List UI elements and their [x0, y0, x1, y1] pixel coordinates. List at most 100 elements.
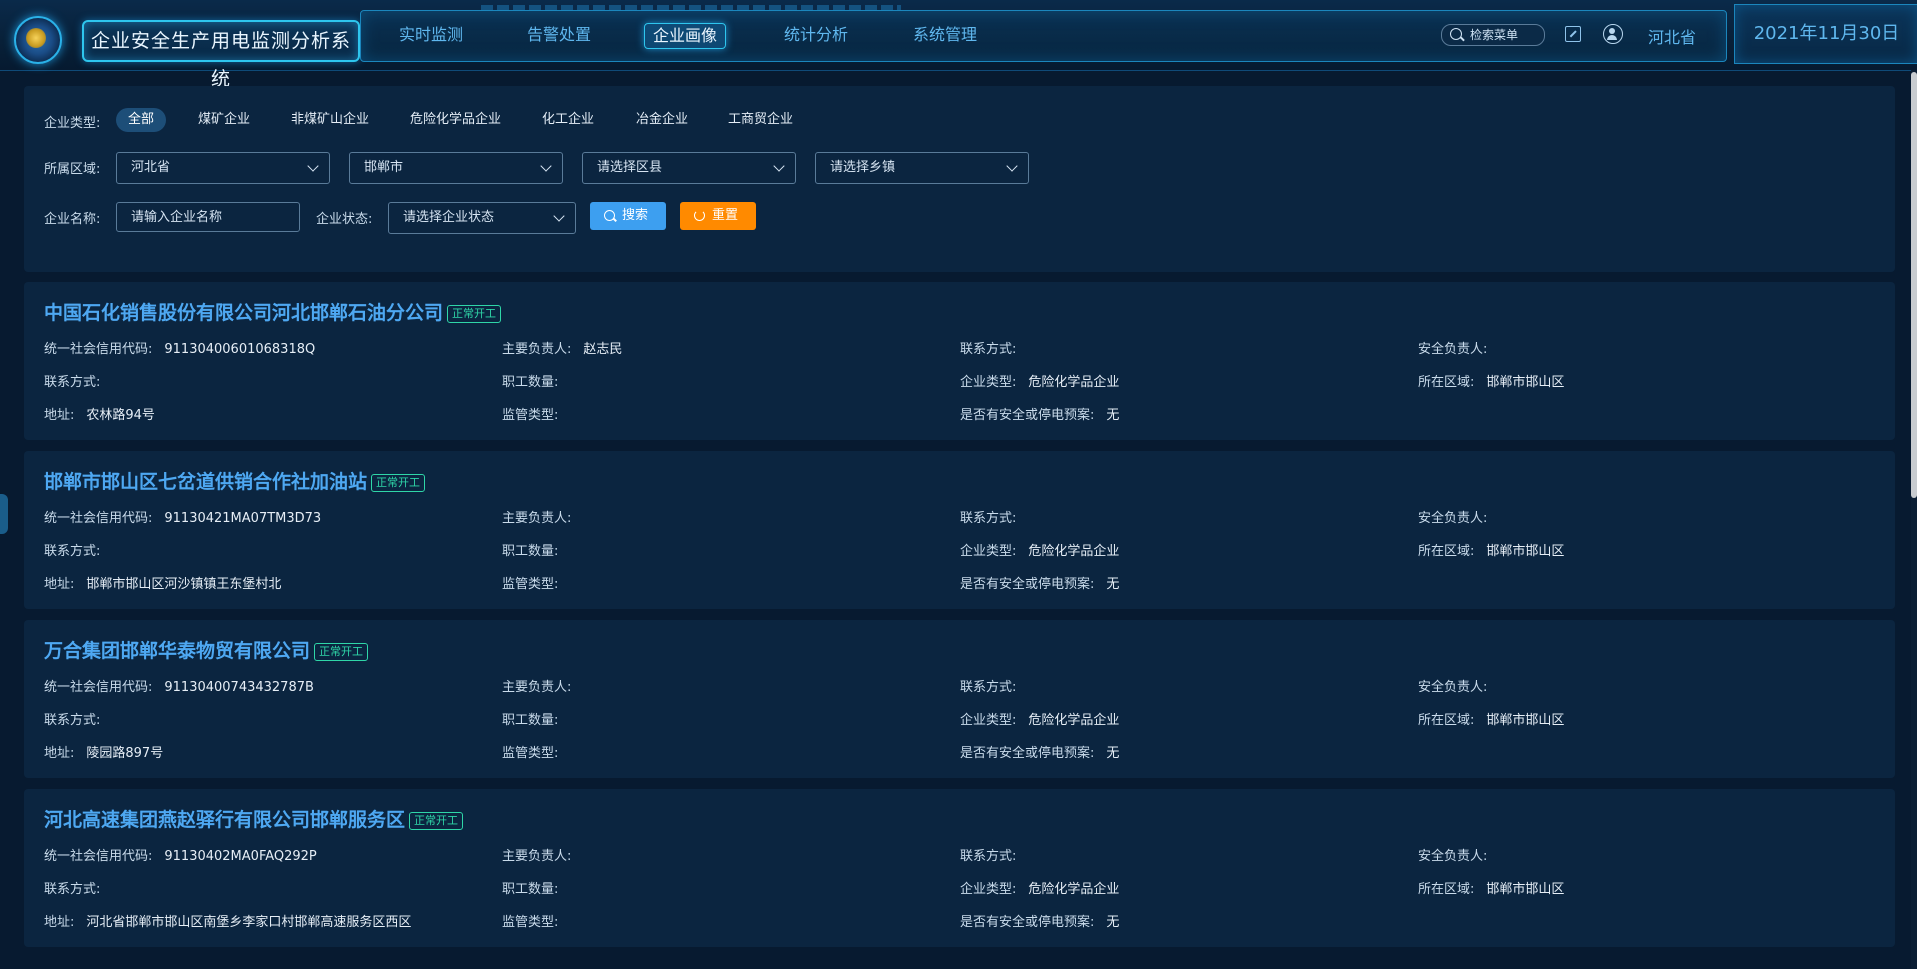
credit-code-field: 统一社会信用代码: 91130421MA07TM3D73 — [44, 511, 322, 526]
area-field: 所在区域: 邯郸市邯山区 — [1418, 375, 1565, 390]
province-select[interactable]: 河北省 — [116, 152, 330, 184]
type-tab-non-coal-mine[interactable]: 非煤矿山企业 — [279, 108, 381, 132]
search-button-label: 搜索 — [622, 208, 649, 223]
credit-code-field: 统一社会信用代码: 91130402MA0FAQ292P — [44, 849, 317, 864]
type-tab-all[interactable]: 全部 — [116, 108, 167, 132]
credit-code-field: 统一社会信用代码: 91130400601068318Q — [44, 342, 316, 357]
chevron-down-icon — [1006, 160, 1018, 172]
company-type-field: 企业类型: 危险化学品企业 — [960, 544, 1120, 559]
status-badge: 正常开工 — [447, 305, 502, 323]
supervision-type-field: 监管类型: — [502, 746, 559, 761]
company-type-field: 企业类型: 危险化学品企业 — [960, 713, 1120, 728]
status-badge: 正常开工 — [371, 474, 426, 492]
emergency-plan-field: 是否有安全或停电预案: 无 — [960, 408, 1120, 423]
contact-field-2: 联系方式: — [44, 882, 101, 897]
employees-field: 职工数量: — [502, 882, 559, 897]
town-select[interactable]: 请选择乡镇 — [815, 152, 1029, 184]
search-icon — [1450, 28, 1462, 40]
side-drawer-handle[interactable] — [0, 494, 8, 534]
emergency-plan-field: 是否有安全或停电预案: 无 — [960, 746, 1120, 761]
status-filter-label: 企业状态: — [316, 212, 373, 227]
contact-field: 联系方式: — [960, 680, 1017, 695]
chevron-down-icon — [773, 160, 785, 172]
nav-enterprise-profile[interactable]: 企业画像 — [644, 23, 727, 49]
area-field: 所在区域: 邯郸市邯山区 — [1418, 544, 1565, 559]
company-card[interactable]: 万合集团邯郸华泰物贸有限公司 正常开工 统一社会信用代码: 911304007434… — [24, 620, 1895, 778]
contact-field-2: 联系方式: — [44, 375, 101, 390]
fullscreen-icon[interactable] — [1565, 26, 1581, 42]
company-name[interactable]: 万合集团邯郸华泰物贸有限公司 正常开工 — [44, 636, 369, 663]
company-name[interactable]: 中国石化销售股份有限公司河北邯郸石油分公司 正常开工 — [44, 298, 502, 325]
company-card[interactable]: 中国石化销售股份有限公司河北邯郸石油分公司 正常开工 统一社会信用代码: 91130… — [24, 282, 1895, 440]
company-type-field: 企业类型: 危险化学品企业 — [960, 882, 1120, 897]
employees-field: 职工数量: — [502, 375, 559, 390]
employees-field: 职工数量: — [502, 713, 559, 728]
company-name[interactable]: 河北高速集团燕赵驿行有限公司邯郸服务区 正常开工 — [44, 805, 464, 832]
area-field: 所在区域: 邯郸市邯山区 — [1418, 713, 1565, 728]
chevron-down-icon — [307, 160, 319, 172]
city-value: 邯郸市 — [364, 160, 404, 175]
name-filter-label: 企业名称: — [44, 212, 101, 227]
reset-button[interactable]: 重置 — [680, 202, 756, 230]
safety-officer-field: 安全负责人: — [1418, 342, 1488, 357]
search-button[interactable]: 搜索 — [590, 202, 666, 230]
supervision-type-field: 监管类型: — [502, 915, 559, 930]
supervision-type-field: 监管类型: — [502, 408, 559, 423]
address-field: 地址: 农林路94号 — [44, 408, 155, 423]
top-header: 企业安全生产用电监测分析系统 实时监测 告警处置 企业画像 统计分析 系统管理 … — [0, 0, 1917, 90]
nav-system-management[interactable]: 系统管理 — [905, 23, 985, 47]
status-placeholder: 请选择企业状态 — [403, 210, 495, 225]
type-tab-coal[interactable]: 煤矿企业 — [186, 108, 262, 132]
county-placeholder: 请选择区县 — [597, 160, 663, 175]
scrollbar-thumb[interactable] — [1911, 72, 1917, 498]
principal-field: 主要负责人: 赵志民 — [502, 342, 623, 357]
contact-field: 联系方式: — [960, 511, 1017, 526]
city-select[interactable]: 邯郸市 — [349, 152, 563, 184]
nav-realtime-monitoring[interactable]: 实时监测 — [391, 23, 471, 47]
filter-panel: 企业类型: 全部 煤矿企业 非煤矿山企业 危险化学品企业 化工企业 冶金企业 工… — [24, 86, 1895, 272]
current-region[interactable]: 河北省 — [1648, 24, 1696, 48]
nav-statistics[interactable]: 统计分析 — [776, 23, 856, 47]
supervision-type-field: 监管类型: — [502, 577, 559, 592]
type-filter-label: 企业类型: — [44, 116, 101, 131]
company-type-field: 企业类型: 危险化学品企业 — [960, 375, 1120, 390]
company-card[interactable]: 邯郸市邯山区七岔道供销合作社加油站 正常开工 统一社会信用代码: 91130421M… — [24, 451, 1895, 609]
contact-field: 联系方式: — [960, 342, 1017, 357]
company-name-input[interactable]: 请输入企业名称 — [116, 202, 300, 232]
emblem-logo-icon — [14, 16, 62, 64]
chevron-down-icon — [540, 160, 552, 172]
safety-officer-field: 安全负责人: — [1418, 511, 1488, 526]
company-card[interactable]: 河北高速集团燕赵驿行有限公司邯郸服务区 正常开工 统一社会信用代码: 9113040… — [24, 789, 1895, 947]
type-tab-chemical[interactable]: 化工企业 — [530, 108, 606, 132]
search-menu-label: 检索菜单 — [1470, 28, 1519, 42]
status-badge: 正常开工 — [409, 812, 464, 830]
principal-field: 主要负责人: — [502, 849, 572, 864]
emergency-plan-field: 是否有安全或停电预案: 无 — [960, 577, 1120, 592]
system-title: 企业安全生产用电监测分析系统 — [82, 20, 360, 90]
search-menu-button[interactable]: 检索菜单 — [1441, 24, 1545, 46]
county-select[interactable]: 请选择区县 — [582, 152, 796, 184]
nav-alarm-handling[interactable]: 告警处置 — [519, 23, 599, 47]
chevron-down-icon — [553, 210, 565, 222]
region-filter-label: 所属区域: — [44, 162, 101, 177]
type-tab-hazardous-chemicals[interactable]: 危险化学品企业 — [398, 108, 513, 132]
company-name[interactable]: 邯郸市邯山区七岔道供销合作社加油站 正常开工 — [44, 467, 426, 494]
emergency-plan-field: 是否有安全或停电预案: 无 — [960, 915, 1120, 930]
address-field: 地址: 河北省邯郸市邯山区南堡乡李家口村邯郸高速服务区西区 — [44, 915, 412, 930]
area-field: 所在区域: 邯郸市邯山区 — [1418, 882, 1565, 897]
search-icon — [604, 210, 615, 221]
type-tab-industry-trade[interactable]: 工商贸企业 — [716, 108, 805, 132]
employees-field: 职工数量: — [502, 544, 559, 559]
contact-field-2: 联系方式: — [44, 713, 101, 728]
safety-officer-field: 安全负责人: — [1418, 680, 1488, 695]
province-value: 河北省 — [131, 160, 171, 175]
status-badge: 正常开工 — [314, 643, 369, 661]
credit-code-field: 统一社会信用代码: 91130400743432787B — [44, 680, 314, 695]
contact-field: 联系方式: — [960, 849, 1017, 864]
contact-field-2: 联系方式: — [44, 544, 101, 559]
user-avatar-icon[interactable] — [1603, 24, 1623, 44]
town-placeholder: 请选择乡镇 — [830, 160, 896, 175]
status-select[interactable]: 请选择企业状态 — [388, 202, 576, 234]
refresh-icon — [694, 210, 705, 221]
type-tab-metallurgy[interactable]: 冶金企业 — [624, 108, 700, 132]
